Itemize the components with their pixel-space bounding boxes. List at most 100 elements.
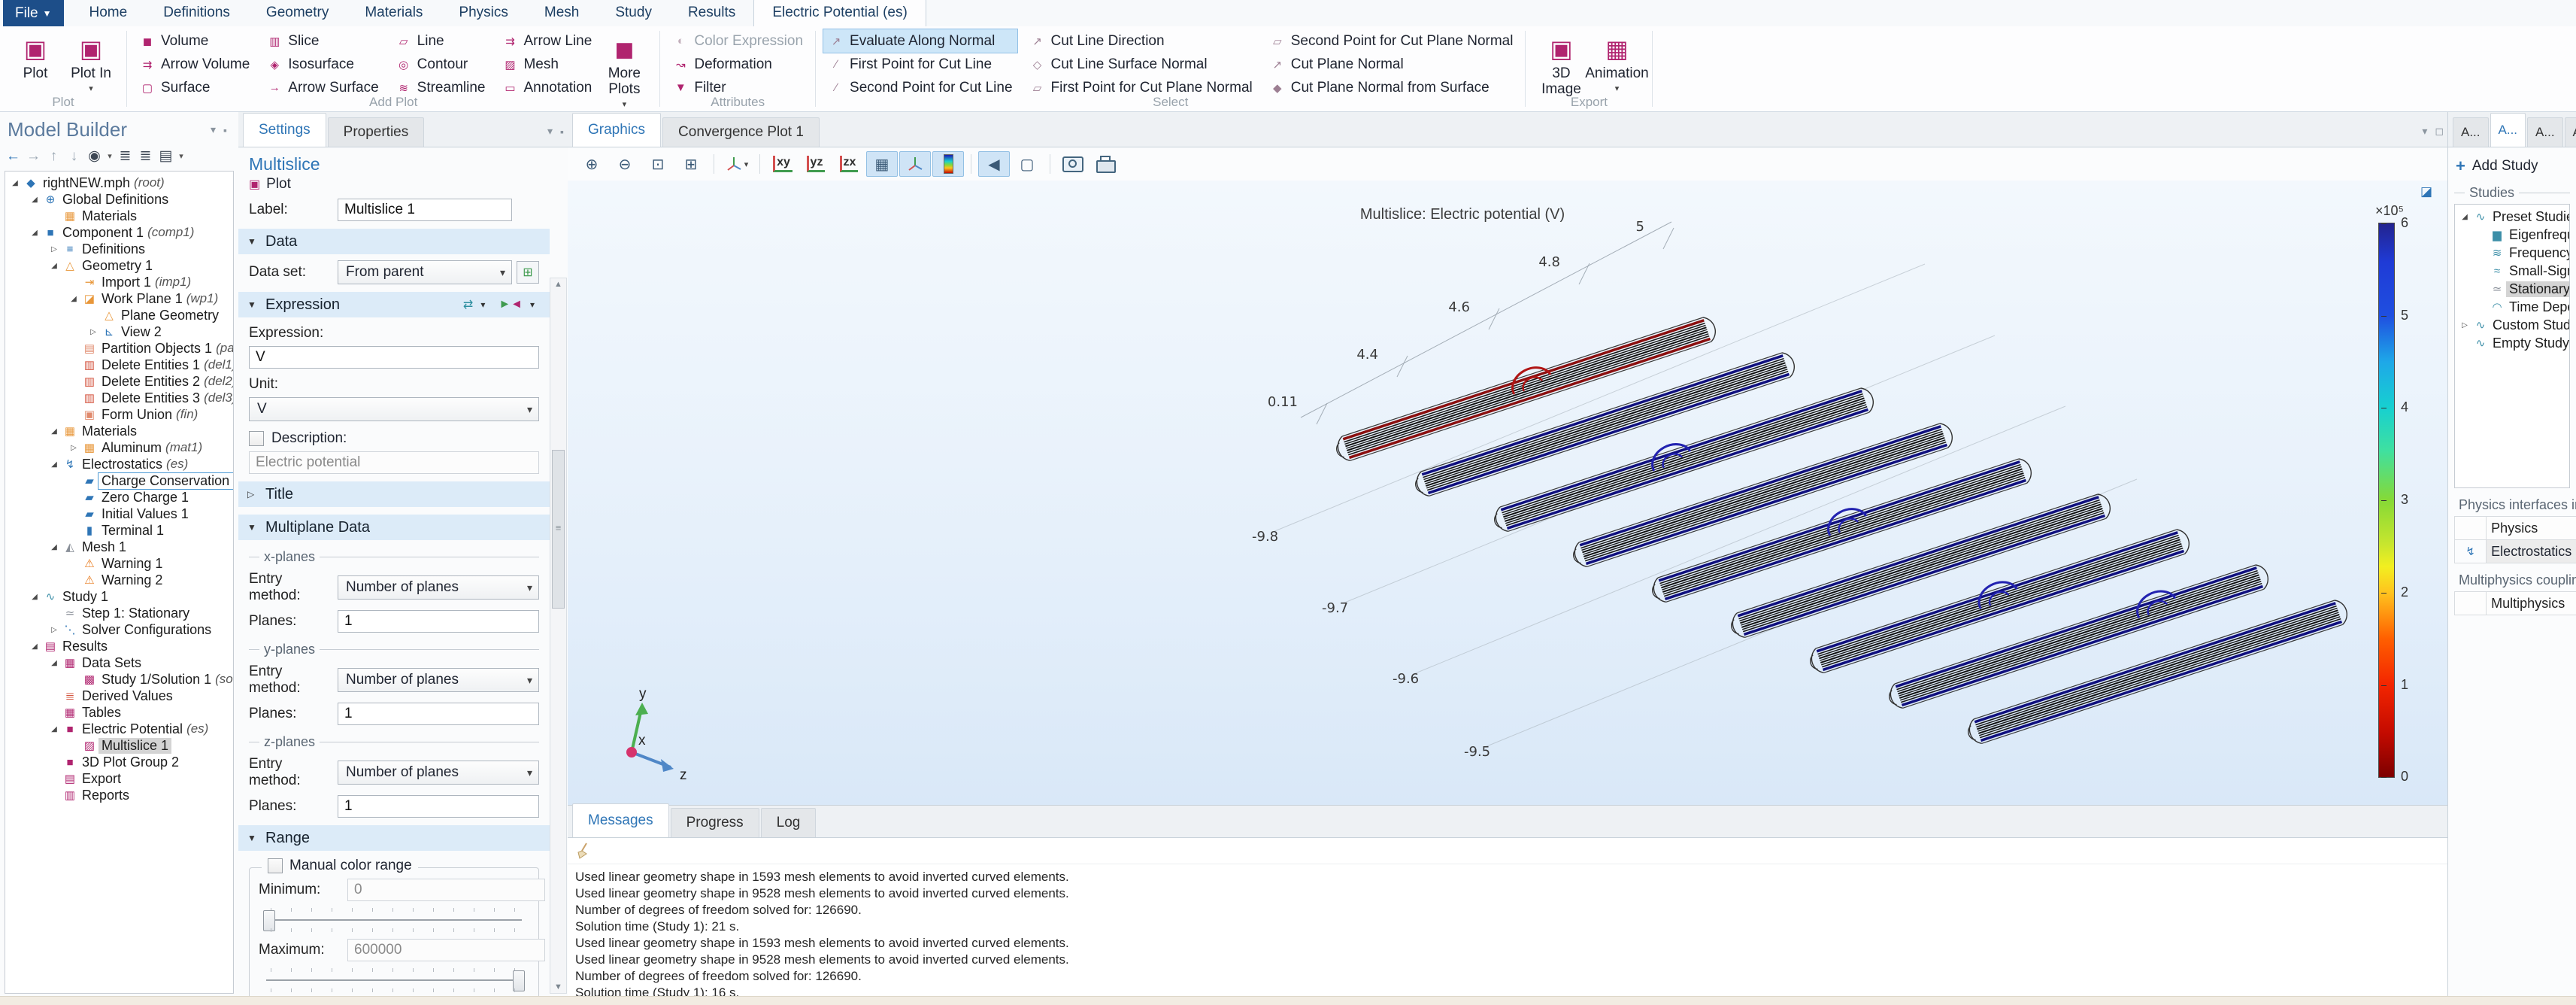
tree-item[interactable]: ▥ Delete Entities 3 (del3) — [5, 390, 233, 406]
study-item[interactable]: ∿ Preset Studies — [2455, 208, 2569, 226]
tree-expander-icon[interactable] — [28, 593, 41, 601]
graphics-tab[interactable]: Convergence Plot 1 — [662, 117, 820, 147]
ribbon-item[interactable]: ∕ First Point for Cut Line — [823, 53, 1017, 76]
scene-light-icon[interactable]: ◀ — [978, 151, 1010, 177]
ribbon-item[interactable]: ↗ Cut Plane Normal — [1265, 53, 1518, 76]
section-data[interactable]: ▼ Data — [238, 229, 550, 254]
tree-item[interactable]: △ Geometry 1 — [5, 257, 233, 274]
view-xy-button[interactable]: xy — [767, 151, 799, 177]
tree-item[interactable]: ▦ Materials — [5, 208, 233, 224]
unit-dropdown[interactable]: V — [249, 397, 539, 421]
expand-all-icon[interactable]: ≣ — [115, 147, 135, 165]
chevron-down-icon[interactable]: ▾ — [530, 299, 541, 310]
tree-item[interactable]: ▥ Delete Entities 2 (del2) — [5, 373, 233, 390]
tree-expander-icon[interactable] — [47, 262, 61, 270]
chevron-down-icon[interactable]: ▾ — [744, 159, 749, 169]
y-planes-input[interactable] — [338, 703, 539, 725]
tree-item[interactable]: ↯ Electrostatics (es) — [5, 456, 233, 472]
tree-expander-icon[interactable] — [47, 543, 61, 551]
tree-expander-icon[interactable] — [47, 460, 61, 469]
clear-messages-broom-icon[interactable] — [575, 842, 590, 860]
tree-expander-icon[interactable] — [28, 642, 41, 651]
ribbon-tab[interactable]: Materials — [347, 0, 441, 26]
tree-item[interactable]: ⊾ View 2 — [5, 323, 233, 340]
ribbon-tab[interactable]: Study — [597, 0, 670, 26]
file-menu-button[interactable]: File ▼ — [3, 0, 64, 26]
plot-update-icon[interactable]: ◪ — [2420, 184, 2432, 199]
node-text-icon[interactable]: ▤ — [156, 147, 176, 165]
right-panel-tab[interactable]: A... — [2527, 117, 2563, 147]
tree-item[interactable]: ▤ Partition Objects 1 (par1) — [5, 340, 233, 357]
ribbon-item[interactable]: ↗ Evaluate Along Normal — [823, 29, 1017, 53]
tree-item[interactable]: ▤ Results — [5, 638, 233, 654]
study-item[interactable]: ◠ Time Dependent — [2455, 298, 2569, 316]
tree-expander-icon[interactable] — [47, 626, 61, 634]
view-yz-button[interactable]: yz — [800, 151, 832, 177]
ribbon-tab[interactable]: Electric Potential (es) — [753, 0, 926, 27]
tree-expander-icon[interactable] — [28, 229, 41, 237]
add-study-button[interactable]: + Add Study — [2456, 156, 2568, 176]
study-item[interactable]: ∿ Custom Studies — [2455, 316, 2569, 334]
ribbon-item[interactable]: ⇉ Arrow Line — [497, 29, 596, 53]
forward-icon[interactable]: → — [23, 148, 44, 165]
tree-item[interactable]: ▣ Form Union (fin) — [5, 406, 233, 423]
messages-tab[interactable]: Log — [761, 808, 817, 837]
ribbon-item[interactable]: ◇ Cut Line Surface Normal — [1025, 53, 1257, 76]
tree-item[interactable]: △ Plane Geometry — [5, 307, 233, 323]
data-set-dropdown[interactable]: From parent — [338, 260, 512, 284]
chevron-down-icon[interactable]: ▾ — [480, 299, 491, 310]
transparency-icon[interactable]: ▢ — [1011, 151, 1043, 177]
scroll-down-icon[interactable]: ▼ — [550, 982, 566, 991]
ribbon-item[interactable]: ▱ Line — [391, 29, 490, 53]
float-panel-icon[interactable]: ◻ — [2431, 125, 2447, 138]
tree-item[interactable]: ▰ Initial Values 1 — [5, 506, 233, 522]
plot-button[interactable]: ▣ Plot — [249, 176, 539, 193]
z-planes-input[interactable] — [338, 795, 539, 818]
tree-expander-icon[interactable] — [47, 427, 61, 436]
tree-item[interactable]: ■ 3D Plot Group 2 — [5, 754, 233, 770]
tree-expander-icon[interactable] — [2458, 213, 2471, 221]
expression-input[interactable] — [249, 346, 539, 369]
tree-expander-icon[interactable] — [47, 245, 61, 254]
settings-tab[interactable]: Properties — [328, 117, 425, 147]
ribbon-big-button[interactable]: ▦ Animation ▾ — [1589, 29, 1644, 97]
ribbon-item[interactable]: ▥ Slice — [262, 29, 383, 53]
scroll-up-icon[interactable]: ▲ — [550, 280, 566, 289]
ribbon-item[interactable]: ⇉ Arrow Volume — [135, 53, 254, 76]
tree-expander-icon[interactable] — [47, 725, 61, 733]
tree-item[interactable]: ▨ Multislice 1 — [5, 737, 233, 754]
print-icon[interactable] — [1090, 151, 1122, 177]
tree-item[interactable]: ≃ Step 1: Stationary — [5, 605, 233, 621]
right-panel-tab[interactable]: A... — [2453, 117, 2489, 147]
tree-item[interactable]: ▮ Terminal 1 — [5, 522, 233, 539]
tree-item[interactable]: ▰ Zero Charge 1 — [5, 489, 233, 506]
study-item[interactable]: ≋ Frequency Domain — [2455, 244, 2569, 262]
scrollbar-thumb[interactable] — [552, 450, 565, 609]
color-maximum-slider[interactable] — [262, 966, 526, 994]
tree-expander-icon[interactable] — [67, 295, 80, 303]
ribbon-item[interactable]: ◈ Isosurface — [262, 53, 383, 76]
study-item[interactable]: ▆ Eigenfrequency — [2455, 226, 2569, 244]
x-entry-method-dropdown[interactable]: Number of planes — [338, 575, 539, 600]
y-entry-method-dropdown[interactable]: Number of planes — [338, 668, 539, 692]
tree-expander-icon[interactable] — [86, 328, 100, 336]
tree-item[interactable]: ▰ Charge Conservation 1 — [5, 472, 233, 489]
slider-handle[interactable] — [513, 970, 525, 991]
study-item[interactable]: ∿ Empty Study — [2455, 334, 2569, 352]
ribbon-item[interactable]: ▱ Second Point for Cut Plane Normal — [1265, 29, 1518, 53]
section-title[interactable]: ▷ Title — [238, 481, 550, 507]
tree-item[interactable]: ≣ Derived Values — [5, 688, 233, 704]
tree-item[interactable]: ⊕ Global Definitions — [5, 191, 233, 208]
graphics-canvas[interactable]: -9.8-9.7-9.6-9.50.114.44.64.85yzx Multis… — [568, 181, 2447, 806]
description-checkbox[interactable] — [249, 431, 264, 446]
pin-icon[interactable]: ▪ — [220, 124, 231, 136]
tree-item[interactable]: ◆ rightNEW.mph (root) — [5, 175, 233, 191]
x-planes-input[interactable] — [338, 610, 539, 633]
ribbon-tab[interactable]: Results — [670, 0, 753, 26]
move-up-icon[interactable]: ↑ — [44, 148, 64, 165]
manual-color-range-checkbox[interactable] — [268, 858, 283, 873]
section-expression[interactable]: ▼ Expression ⇄ ▾ ►◄ ▾ — [238, 292, 550, 317]
tree-item[interactable]: ▦ Aluminum (mat1) — [5, 439, 233, 456]
tree-item[interactable]: ▦ Materials — [5, 423, 233, 439]
ribbon-tab[interactable]: Physics — [441, 0, 526, 26]
